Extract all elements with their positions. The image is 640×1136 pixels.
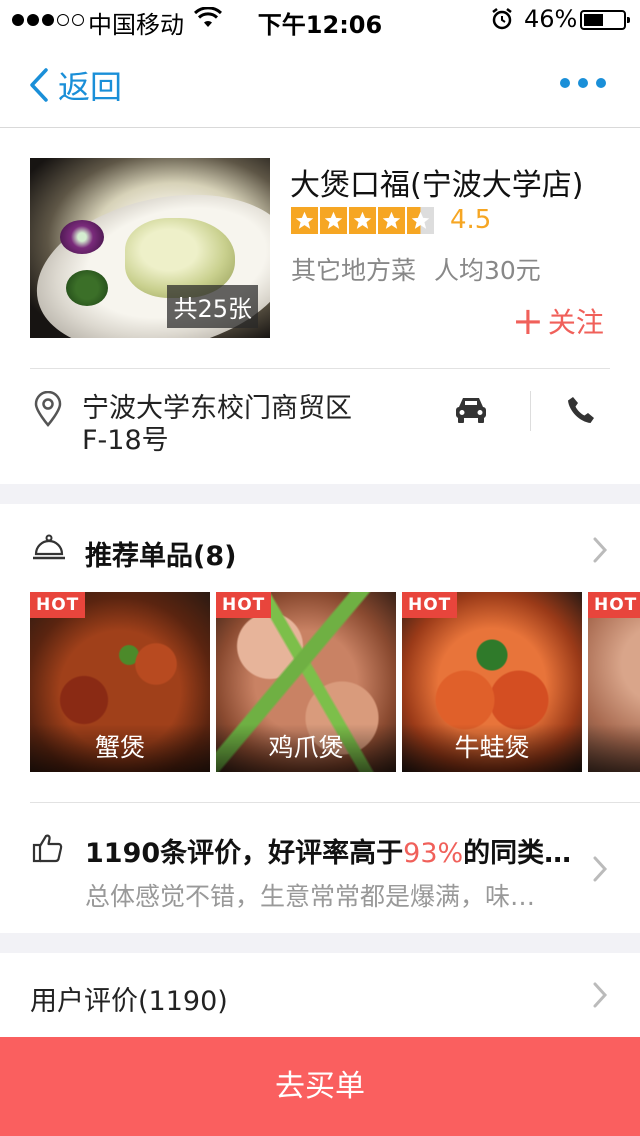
thumbs-up-icon — [32, 833, 64, 867]
section-title: 推荐单品(8) — [85, 541, 237, 572]
section-gap — [0, 933, 640, 953]
divider — [530, 391, 531, 431]
dish-card[interactable]: HOT 鸡爪煲 — [216, 592, 396, 772]
address-line-2: F-18号 — [82, 425, 169, 456]
review-summary[interactable]: 1190条评价，好评率高于93%的同类… 总体感觉不错，生意常常都是爆满，味… — [0, 803, 640, 933]
average-price: 人均30元 — [434, 256, 541, 285]
battery-percentage: 46% — [524, 5, 578, 33]
positive-rate: 93% — [403, 838, 464, 869]
divider — [30, 368, 610, 369]
hot-badge: HOT — [588, 592, 640, 618]
user-reviews-label: 用户评价(1190) — [30, 986, 228, 1017]
cuisine-category: 其它地方菜 — [291, 256, 417, 285]
chevron-right-icon — [592, 855, 608, 887]
hot-badge: HOT — [216, 592, 272, 618]
back-label: 返回 — [58, 68, 123, 106]
taxi-icon[interactable] — [454, 395, 488, 429]
dish-name: 蒜 — [588, 724, 640, 772]
star-icon — [349, 207, 376, 234]
dish-name: 蟹煲 — [30, 724, 210, 772]
recommended-dishes-header[interactable]: 推荐单品(8) — [0, 504, 640, 590]
alarm-icon — [490, 7, 514, 37]
hot-badge: HOT — [30, 592, 86, 618]
follow-button[interactable]: + 关注 — [512, 301, 604, 341]
battery-icon — [580, 10, 630, 30]
shop-address[interactable]: 宁波大学东校门商贸区 F-18号 — [82, 393, 352, 457]
dish-card[interactable]: HOT 蒜 — [588, 592, 640, 772]
star-rating — [291, 207, 434, 234]
plus-icon: + — [512, 299, 544, 343]
review-snippet: 总体感觉不错，生意常常都是爆满，味… — [85, 882, 536, 911]
star-icon — [320, 207, 347, 234]
follow-label: 关注 — [547, 306, 604, 339]
half-star-icon — [407, 207, 434, 234]
navigation-bar: 返回 — [0, 40, 640, 128]
star-icon — [378, 207, 405, 234]
dish-name: 鸡爪煲 — [216, 724, 396, 772]
phone-icon[interactable] — [566, 395, 596, 429]
dish-name: 牛蛙煲 — [402, 724, 582, 772]
rating-score: 4.5 — [450, 205, 492, 235]
user-reviews-row[interactable]: 用户评价(1190) — [0, 953, 640, 1037]
food-cloche-icon — [32, 534, 66, 566]
shop-photo[interactable]: 共25张 — [30, 158, 270, 338]
back-button[interactable]: 返回 — [28, 62, 122, 108]
review-summary-headline: 1190条评价，好评率高于93%的同类… — [85, 831, 571, 870]
photo-count-badge: 共25张 — [167, 285, 258, 328]
chevron-left-icon — [30, 68, 48, 102]
shop-name: 大煲口福(宁波大学店) — [290, 168, 584, 203]
review-count-text: 1190条评价，好评率高于 — [85, 838, 404, 869]
chevron-right-icon — [592, 981, 608, 1013]
dish-card[interactable]: HOT 蟹煲 — [30, 592, 210, 772]
star-icon — [291, 207, 318, 234]
location-pin-icon — [32, 390, 64, 431]
dish-card[interactable]: HOT 牛蛙煲 — [402, 592, 582, 772]
section-gap — [0, 484, 640, 504]
pay-bill-button[interactable]: 去买单 — [0, 1037, 640, 1136]
chevron-right-icon — [592, 536, 608, 568]
address-line-1: 宁波大学东校门商贸区 — [82, 393, 352, 424]
review-compare-text: 的同类… — [463, 838, 572, 869]
more-options-icon[interactable] — [560, 78, 606, 88]
hot-badge: HOT — [402, 592, 458, 618]
shop-info-section: 共25张 大煲口福(宁波大学店) 4.5 其它地方菜 人均30元 + 关注 宁波… — [0, 129, 640, 484]
recommended-dishes-list: HOT 蟹煲 HOT 鸡爪煲 HOT 牛蛙煲 HOT 蒜 — [30, 592, 640, 772]
status-bar: 中国移动 下午12:06 46% — [0, 0, 640, 40]
